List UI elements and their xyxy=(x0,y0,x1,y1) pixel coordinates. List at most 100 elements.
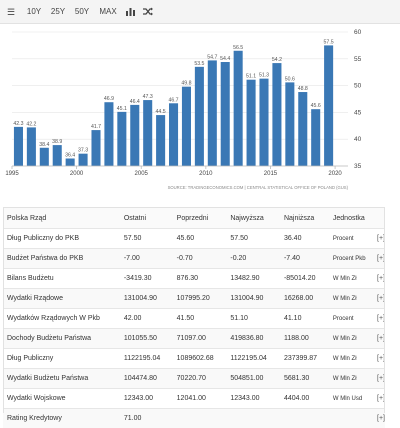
value-cell: -7.00 xyxy=(120,249,173,269)
indicator-link[interactable]: Dochody Budżetu Państwa xyxy=(3,329,120,349)
x-tick-label: 2005 xyxy=(135,171,149,177)
value-cell: 57.50 xyxy=(120,229,173,249)
add-to-watchlist-button[interactable]: [+] xyxy=(373,229,385,249)
chart-area: 42.342.238.438.936.437.341.746.945.146.4… xyxy=(0,24,400,200)
value-cell: 104474.80 xyxy=(120,369,173,389)
add-to-watchlist-button[interactable]: [+] xyxy=(373,349,385,369)
value-cell: 504851.00 xyxy=(226,369,280,389)
range-50y-button[interactable]: 50Y xyxy=(72,5,92,19)
data-label: 46.4 xyxy=(130,99,140,105)
indicator-link[interactable]: Wydatków Rządowych W Pkb xyxy=(3,309,120,329)
table-icon[interactable]: ☰ xyxy=(6,5,16,19)
value-cell: 5681.30 xyxy=(280,369,329,389)
x-tick-label: 1995 xyxy=(5,171,19,177)
table-row: Dług Publiczny do PKB57.5045.6057.5036.4… xyxy=(3,229,385,249)
table-row: Wydatki Wojskowe12343.0012041.0012343.00… xyxy=(3,389,385,409)
add-to-watchlist-button[interactable]: [+] xyxy=(373,249,385,269)
add-to-watchlist-button[interactable]: [+] xyxy=(373,289,385,309)
column-header: Polska Rząd xyxy=(3,208,120,229)
indicator-link[interactable]: Rating Kredytowy xyxy=(3,409,120,428)
shuffle-icon[interactable] xyxy=(142,5,154,19)
value-cell: 13482.90 xyxy=(226,269,280,289)
value-cell: 36.40 xyxy=(280,229,329,249)
data-label: 37.3 xyxy=(78,148,88,154)
data-label: 42.2 xyxy=(26,121,36,127)
unit-cell: Procent Pkb xyxy=(329,249,373,269)
indicator-link[interactable]: Budżet Państwa do PKB xyxy=(3,249,120,269)
value-cell: 42.00 xyxy=(120,309,173,329)
chart-x-axis: 199520002005201020152020 xyxy=(5,166,348,177)
unit-cell xyxy=(329,409,373,428)
data-label: 54.7 xyxy=(207,54,217,60)
data-label: 51.3 xyxy=(259,73,269,79)
value-cell: 71097.00 xyxy=(173,329,227,349)
add-to-watchlist-button[interactable]: [+] xyxy=(373,409,385,428)
y-tick-label: 60 xyxy=(354,29,362,36)
bar xyxy=(117,112,126,166)
table-row: Wydatki Rządowe131004.90107995.20131004.… xyxy=(3,289,385,309)
y-tick-label: 50 xyxy=(354,83,362,90)
range-10y-button[interactable]: 10Y xyxy=(24,5,44,19)
indicator-link[interactable]: Wydatki Wojskowe xyxy=(3,389,120,409)
value-cell: 12041.00 xyxy=(173,389,227,409)
debt-to-gdp-chart: 42.342.238.438.936.437.341.746.945.146.4… xyxy=(0,24,400,200)
unit-cell: Procent xyxy=(329,309,373,329)
add-to-watchlist-button[interactable]: [+] xyxy=(373,329,385,349)
range-25y-button[interactable]: 25Y xyxy=(48,5,68,19)
data-label: 56.5 xyxy=(233,45,243,51)
value-cell: 4404.00 xyxy=(280,389,329,409)
data-label: 48.8 xyxy=(298,86,308,92)
add-to-watchlist-button[interactable]: [+] xyxy=(373,269,385,289)
value-cell: 1089602.68 xyxy=(173,349,227,369)
data-label: 45.1 xyxy=(117,106,127,112)
value-cell: 51.10 xyxy=(226,309,280,329)
data-label: 44.5 xyxy=(156,109,166,115)
bar xyxy=(104,102,113,166)
data-label: 54.2 xyxy=(272,57,282,63)
unit-cell: W Mln Zł xyxy=(329,269,373,289)
unit-cell: W Mln Zł xyxy=(329,349,373,369)
x-tick-label: 2010 xyxy=(199,171,213,177)
range-max-button[interactable]: MAX xyxy=(96,5,120,19)
table-row: Dług Publiczny1122195.041089602.68112219… xyxy=(3,349,385,369)
bar xyxy=(298,92,307,166)
bar xyxy=(311,109,320,166)
bar xyxy=(27,127,36,166)
bar xyxy=(14,127,23,166)
bar-chart-icon[interactable] xyxy=(124,5,136,19)
y-tick-label: 40 xyxy=(354,136,362,143)
value-cell: -7.40 xyxy=(280,249,329,269)
value-cell: 41.10 xyxy=(280,309,329,329)
data-label: 42.3 xyxy=(13,121,23,127)
bar xyxy=(221,62,230,166)
y-tick-label: 35 xyxy=(354,163,362,170)
value-cell: 45.60 xyxy=(173,229,227,249)
value-cell: 1122195.04 xyxy=(120,349,173,369)
bar xyxy=(91,130,100,166)
indicator-link[interactable]: Dług Publiczny xyxy=(3,349,120,369)
bar xyxy=(143,100,152,166)
value-cell: 876.30 xyxy=(173,269,227,289)
table-row: Wydatki Budżetu Państwa104474.8070220.70… xyxy=(3,369,385,389)
y-tick-label: 55 xyxy=(354,56,362,63)
data-label: 53.5 xyxy=(194,61,204,67)
bar xyxy=(53,145,62,166)
indicator-link[interactable]: Dług Publiczny do PKB xyxy=(3,229,120,249)
indicator-link[interactable]: Wydatki Rządowe xyxy=(3,289,120,309)
indicator-link[interactable]: Wydatki Budżetu Państwa xyxy=(3,369,120,389)
indicator-link[interactable]: Bilans Budżetu xyxy=(3,269,120,289)
bar xyxy=(79,154,88,166)
column-header xyxy=(373,208,385,229)
add-to-watchlist-button[interactable]: [+] xyxy=(373,309,385,329)
data-label: 41.7 xyxy=(91,124,101,130)
value-cell xyxy=(280,409,329,428)
table-header-row: Polska Rząd Ostatni Poprzedni Najwyższa … xyxy=(3,208,385,229)
value-cell: 1122195.04 xyxy=(226,349,280,369)
data-label: 54.4 xyxy=(220,56,230,62)
chart-bars xyxy=(14,45,333,166)
bar xyxy=(247,80,256,166)
value-cell: 71.00 xyxy=(120,409,173,428)
add-to-watchlist-button[interactable]: [+] xyxy=(373,389,385,409)
add-to-watchlist-button[interactable]: [+] xyxy=(373,369,385,389)
bar xyxy=(259,79,268,166)
